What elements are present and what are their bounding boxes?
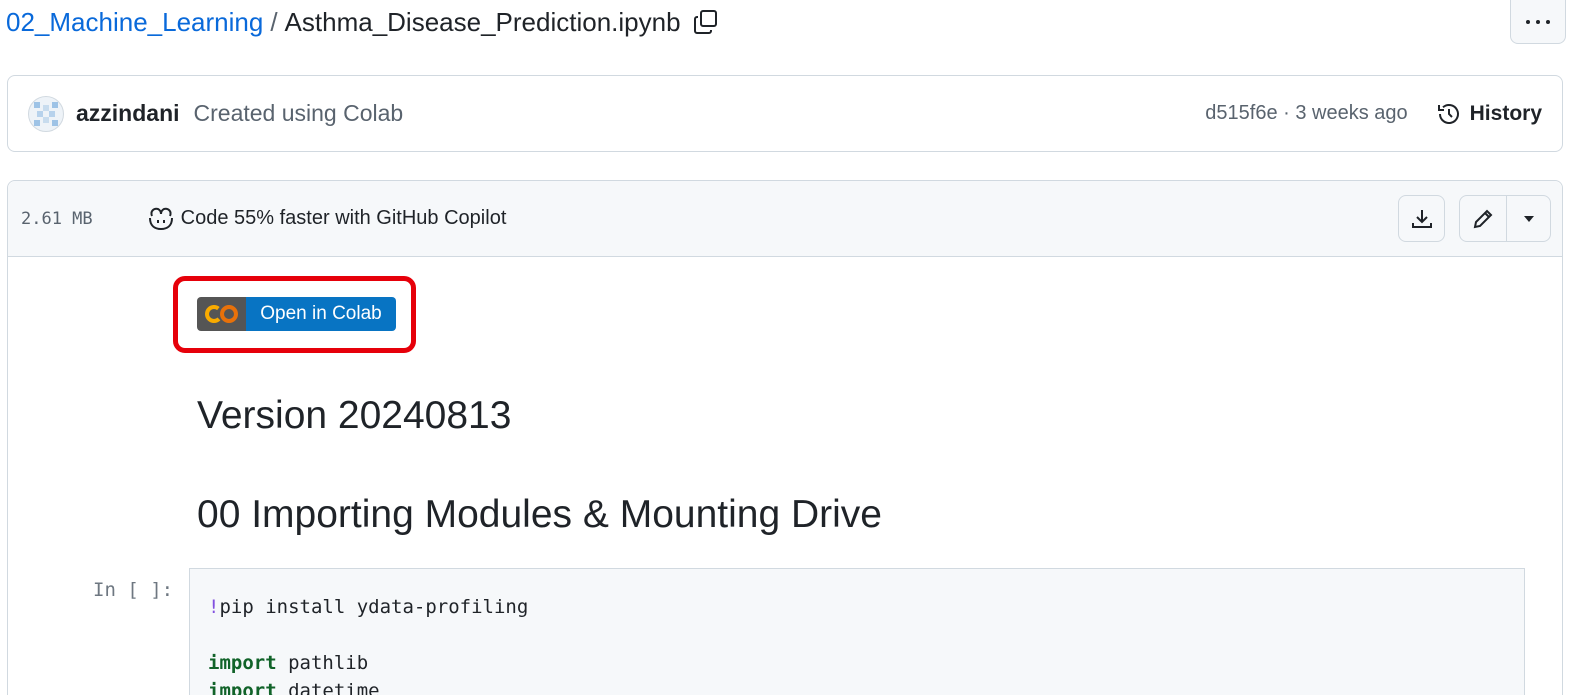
download-button[interactable] [1398, 195, 1445, 242]
breadcrumb-separator: / [270, 6, 278, 37]
edit-options-dropdown[interactable] [1506, 195, 1551, 242]
file-size: 2.61 MB [21, 208, 93, 229]
history-icon [1437, 103, 1459, 124]
more-icon [1526, 19, 1530, 24]
breadcrumb-folder-link[interactable]: 02_Machine_Learning [6, 7, 263, 38]
caret-down-icon [1523, 215, 1534, 222]
breadcrumb: 02_Machine_Learning / Asthma_Disease_Pre… [6, 4, 719, 40]
open-in-colab-badge[interactable]: Open in Colab [197, 297, 396, 331]
commit-author[interactable]: azzindani [76, 100, 180, 127]
history-button[interactable]: History [1436, 101, 1542, 127]
copy-icon[interactable] [693, 9, 719, 35]
copilot-icon [148, 207, 173, 230]
breadcrumb-file-name: Asthma_Disease_Prediction.ipynb [284, 6, 681, 37]
history-label: History [1469, 101, 1542, 125]
colab-logo-icon [197, 297, 246, 331]
avatar[interactable] [28, 95, 64, 132]
open-in-colab-label: Open in Colab [246, 297, 396, 331]
notebook-heading-version: Version 20240813 [197, 394, 512, 437]
latest-commit-box: azzindani Created using Colab d515f6e · … [7, 75, 1563, 152]
commit-message[interactable]: Created using Colab [194, 100, 404, 127]
more-options-button[interactable] [1510, 0, 1566, 44]
copilot-label: Code 55% faster with GitHub Copilot [180, 207, 507, 229]
code-line: import datetime [208, 680, 380, 695]
commit-sha-and-time[interactable]: d515f6e · 3 weeks ago [1205, 102, 1407, 125]
notebook-heading-importing: 00 Importing Modules & Mounting Drive [197, 493, 882, 536]
pencil-icon [1473, 209, 1493, 228]
cell-prompt: In [ ]: [93, 579, 174, 601]
copilot-promo-link[interactable]: Code 55% faster with GitHub Copilot [147, 206, 507, 232]
code-line: !pip install ydata-profiling [208, 596, 529, 618]
download-icon [1411, 209, 1432, 228]
file-header: 2.61 MB Code 55% faster with GitHub Copi… [8, 181, 1562, 257]
code-line: import pathlib [208, 652, 369, 674]
commit-right: d515f6e · 3 weeks ago History [1205, 101, 1542, 127]
code-cell: !pip install ydata-profiling import path… [189, 568, 1525, 695]
edit-file-button[interactable] [1459, 195, 1507, 242]
